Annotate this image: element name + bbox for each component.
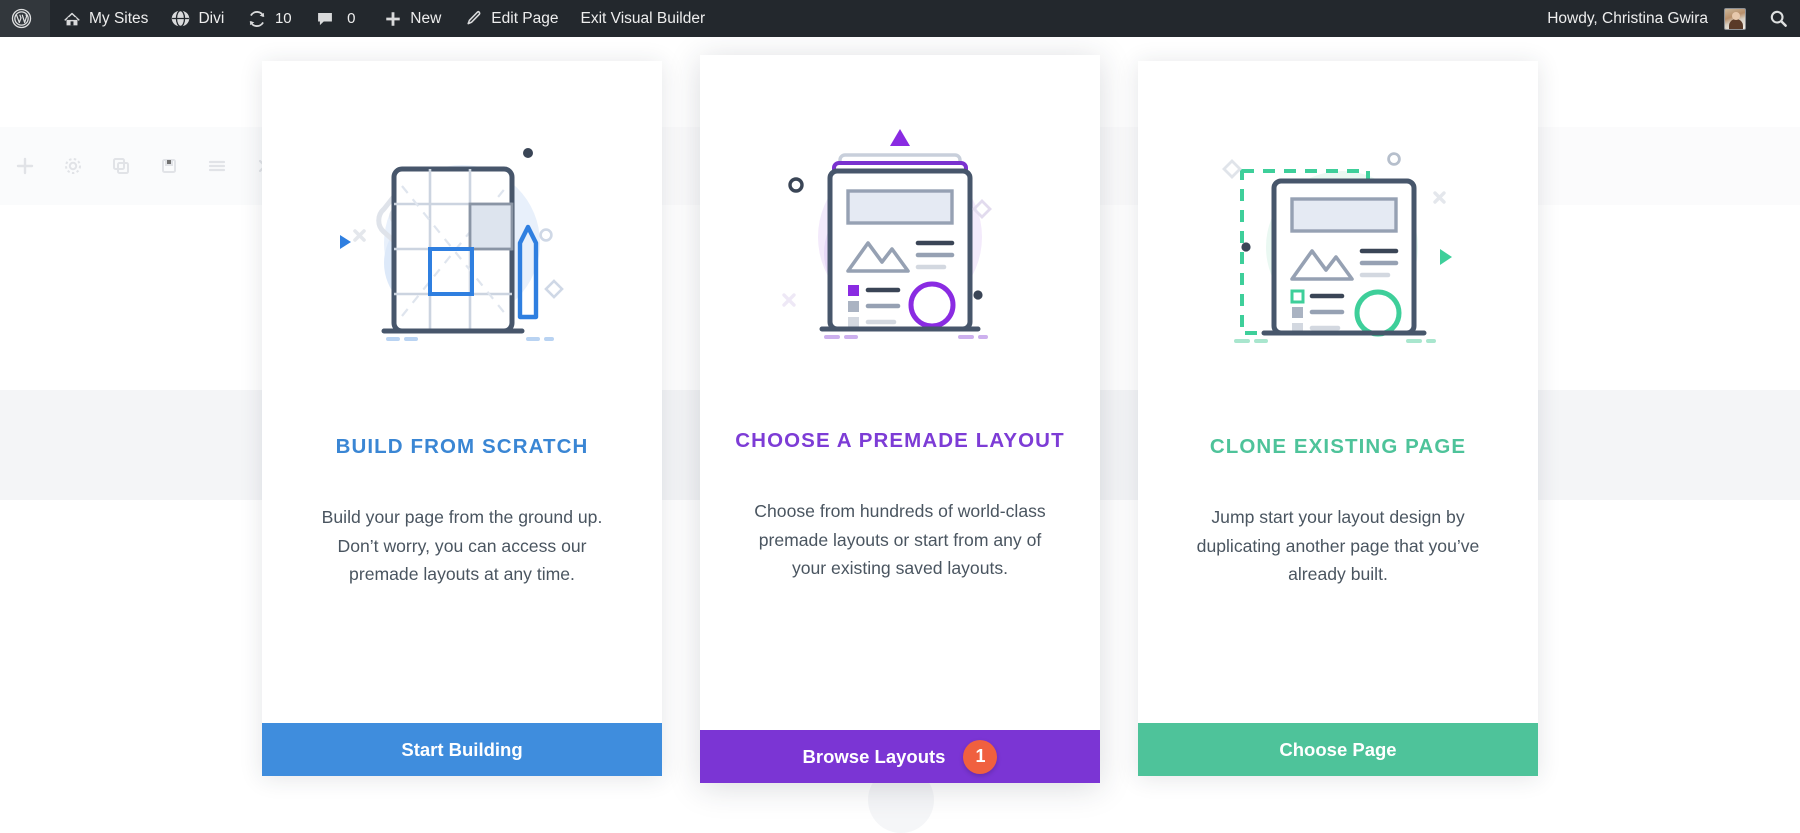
card-title: CLONE EXISTING PAGE	[1209, 435, 1467, 458]
new-label: New	[410, 9, 442, 27]
admin-bar-right-group: Howdy, Christina Gwira	[1536, 0, 1800, 37]
comments-icon	[314, 8, 335, 29]
divi-icon	[170, 8, 191, 29]
my-sites-icon	[61, 8, 82, 29]
choose-page-label: Choose Page	[1279, 738, 1397, 760]
comments-menu-item[interactable]: 0	[303, 0, 371, 37]
card-choose-premade-layout[interactable]: CHOOSE A PREMADE LAYOUT Choose from hund…	[700, 55, 1100, 783]
browse-layouts-label: Browse Layouts	[802, 745, 946, 767]
my-sites-label: My Sites	[89, 9, 149, 27]
clone-page-svg	[1222, 152, 1452, 343]
premade-layout-illustration	[700, 55, 1100, 425]
updates-count: 10	[274, 10, 292, 27]
avatar	[1724, 7, 1746, 30]
updates-icon	[246, 8, 267, 29]
card-description: Jump start your layout design by duplica…	[1196, 507, 1480, 584]
card-description: Choose from hundreds of world-class prem…	[754, 501, 1046, 578]
divi-label: Divi	[198, 9, 225, 27]
wp-logo-menu-item[interactable]	[0, 0, 50, 37]
new-page-modal: BUILD FROM SCRATCH Build your page from …	[0, 37, 1800, 830]
search-button[interactable]	[1757, 0, 1800, 37]
blueprint-wrench-svg	[340, 148, 564, 341]
divi-menu-item[interactable]: Divi	[159, 0, 235, 37]
admin-bar-left-group: My Sites Divi 10 0 New Edit Page Exit Vi…	[0, 0, 716, 37]
pencil-icon	[463, 8, 484, 29]
status-badge: 1	[963, 739, 998, 774]
new-content-menu-item[interactable]: New	[371, 0, 452, 37]
card-description: Build your page from the ground up. Don’…	[321, 507, 603, 584]
blueprint-wrench-illustration	[262, 61, 662, 431]
choose-page-button[interactable]: Choose Page	[1138, 723, 1538, 776]
start-building-label: Start Building	[401, 738, 523, 760]
wordpress-logo-icon	[11, 8, 32, 29]
card-build-from-scratch[interactable]: BUILD FROM SCRATCH Build your page from …	[262, 61, 662, 776]
comments-count: 0	[347, 10, 356, 27]
browse-layouts-button[interactable]: Browse Layouts 1	[700, 730, 1100, 783]
edit-page-label: Edit Page	[491, 9, 559, 27]
premade-layout-svg	[782, 129, 992, 339]
account-menu-item[interactable]: Howdy, Christina Gwira	[1536, 0, 1757, 37]
updates-menu-item[interactable]: 10	[235, 0, 303, 37]
exit-visual-builder-menu-item[interactable]: Exit Visual Builder	[570, 0, 717, 37]
search-icon	[1768, 8, 1789, 29]
plus-icon	[382, 8, 403, 29]
howdy-label: Howdy, Christina Gwira	[1547, 9, 1708, 27]
clone-page-illustration	[1138, 61, 1538, 431]
wp-admin-bar: My Sites Divi 10 0 New Edit Page Exit Vi…	[0, 0, 1800, 37]
exit-visual-builder-label: Exit Visual Builder	[580, 9, 706, 27]
start-building-button[interactable]: Start Building	[262, 723, 662, 776]
card-title: CHOOSE A PREMADE LAYOUT	[735, 429, 1065, 452]
my-sites-menu-item[interactable]: My Sites	[50, 0, 159, 37]
card-clone-existing-page[interactable]: CLONE EXISTING PAGE Jump start your layo…	[1138, 61, 1538, 776]
edit-page-menu-item[interactable]: Edit Page	[452, 0, 569, 37]
card-title: BUILD FROM SCRATCH	[335, 435, 589, 458]
